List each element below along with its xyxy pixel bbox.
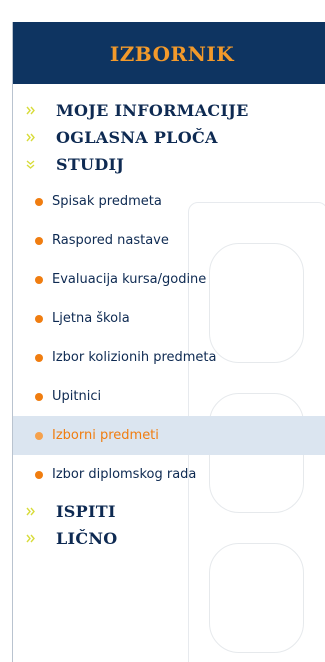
orange-dot-icon xyxy=(35,431,43,440)
orange-dot-icon xyxy=(35,275,43,284)
menu-item-label: ISPITI xyxy=(56,502,116,521)
orange-dot-icon xyxy=(35,197,43,206)
menu-item-licno[interactable]: LIČNO xyxy=(13,525,325,552)
submenu-item-izbor-diplomskog[interactable]: Izbor diplomskog rada xyxy=(13,455,325,494)
double-chevron-right-icon xyxy=(23,104,37,118)
submenu-item-izbor-kolizionih[interactable]: Izbor kolizionih predmeta xyxy=(13,338,325,377)
menu-title: IZBORNIK xyxy=(109,42,235,66)
orange-dot-icon xyxy=(35,236,43,245)
orange-dot-icon xyxy=(35,470,43,479)
submenu-item-label: Izbor diplomskog rada xyxy=(52,467,197,482)
submenu-item-label: Upitnici xyxy=(52,389,102,404)
menu-item-studij[interactable]: STUDIJ xyxy=(13,151,325,178)
double-chevron-right-icon xyxy=(23,131,37,145)
side-menu: IZBORNIK MOJE INFORMACIJE OGLASNA PLOČA … xyxy=(12,22,325,662)
submenu-item-label: Evaluacija kursa/godine xyxy=(52,272,207,287)
menu-bottom-group: ISPITI LIČNO xyxy=(13,498,325,552)
menu-item-label: OGLASNA PLOČA xyxy=(56,128,218,147)
menu-item-label: STUDIJ xyxy=(56,155,125,174)
orange-dot-icon xyxy=(35,314,43,323)
menu-header: IZBORNIK xyxy=(13,22,325,84)
submenu-item-ljetna-skola[interactable]: Ljetna škola xyxy=(13,299,325,338)
menu-item-label: LIČNO xyxy=(56,529,118,548)
double-chevron-down-icon xyxy=(23,158,37,172)
studij-submenu: Spisak predmeta Raspored nastave Evaluac… xyxy=(13,182,325,494)
orange-dot-icon xyxy=(35,392,43,401)
menu-item-label: MOJE INFORMACIJE xyxy=(56,101,249,120)
submenu-item-label: Izbor kolizionih predmeta xyxy=(52,350,217,365)
submenu-item-label: Spisak predmeta xyxy=(52,194,162,209)
double-chevron-right-icon xyxy=(23,532,37,546)
orange-dot-icon xyxy=(35,353,43,362)
double-chevron-right-icon xyxy=(23,505,37,519)
menu-item-oglasna-ploca[interactable]: OGLASNA PLOČA xyxy=(13,124,325,151)
submenu-item-upitnici[interactable]: Upitnici xyxy=(13,377,325,416)
submenu-item-label: Raspored nastave xyxy=(52,233,169,248)
submenu-item-izborni-predmeti[interactable]: Izborni predmeti xyxy=(13,416,325,455)
menu-list: MOJE INFORMACIJE OGLASNA PLOČA STUDIJ Sp… xyxy=(13,84,325,552)
menu-item-moje-informacije[interactable]: MOJE INFORMACIJE xyxy=(13,97,325,124)
menu-item-ispiti[interactable]: ISPITI xyxy=(13,498,325,525)
submenu-item-spisak-predmeta[interactable]: Spisak predmeta xyxy=(13,182,325,221)
submenu-item-label: Izborni predmeti xyxy=(52,428,159,443)
submenu-item-evaluacija[interactable]: Evaluacija kursa/godine xyxy=(13,260,325,299)
submenu-item-raspored-nastave[interactable]: Raspored nastave xyxy=(13,221,325,260)
submenu-item-label: Ljetna škola xyxy=(52,311,130,326)
